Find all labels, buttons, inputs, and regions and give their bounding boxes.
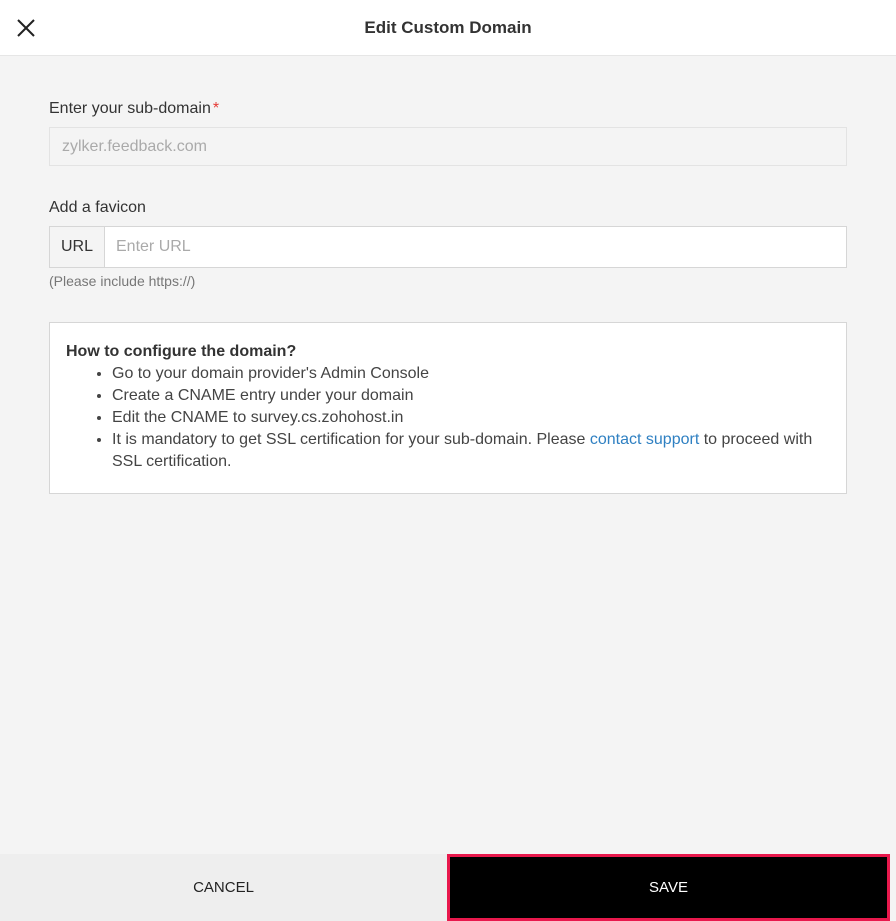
- info-title: How to configure the domain?: [66, 343, 297, 360]
- save-button[interactable]: SAVE: [447, 854, 890, 921]
- required-mark: *: [212, 100, 220, 117]
- dialog-title: Edit Custom Domain: [364, 18, 532, 37]
- url-prefix: URL: [50, 227, 105, 267]
- form-content: Enter your sub-domain * zylker.feedback.c…: [49, 100, 847, 494]
- favicon-label: Add a favicon: [49, 199, 146, 216]
- info-step: Go to your domain provider's Admin Conso…: [112, 363, 830, 385]
- subdomain-field: zylker.feedback.com: [49, 127, 847, 166]
- configure-info-box: How to configure the domain? Go to your …: [49, 322, 847, 494]
- cancel-button[interactable]: CANCEL: [0, 854, 447, 921]
- favicon-url-group: URL: [49, 226, 847, 268]
- info-step: Edit the CNAME to survey.cs.zohohost.in: [112, 407, 830, 429]
- info-step: Create a CNAME entry under your domain: [112, 385, 830, 407]
- url-hint: (Please include https://): [49, 273, 196, 289]
- ssl-text-before: It is mandatory to get SSL certification…: [112, 431, 590, 448]
- contact-support-link[interactable]: contact support: [590, 431, 699, 448]
- dialog-header: Edit Custom Domain: [0, 0, 896, 56]
- info-step-ssl: It is mandatory to get SSL certification…: [112, 429, 830, 473]
- info-steps-list: Go to your domain provider's Admin Conso…: [66, 363, 830, 473]
- subdomain-label-text: Enter your sub-domain: [49, 100, 211, 117]
- favicon-url-input[interactable]: [105, 227, 846, 267]
- dialog-footer: CANCEL SAVE: [0, 854, 896, 921]
- subdomain-label: Enter your sub-domain *: [49, 100, 847, 118]
